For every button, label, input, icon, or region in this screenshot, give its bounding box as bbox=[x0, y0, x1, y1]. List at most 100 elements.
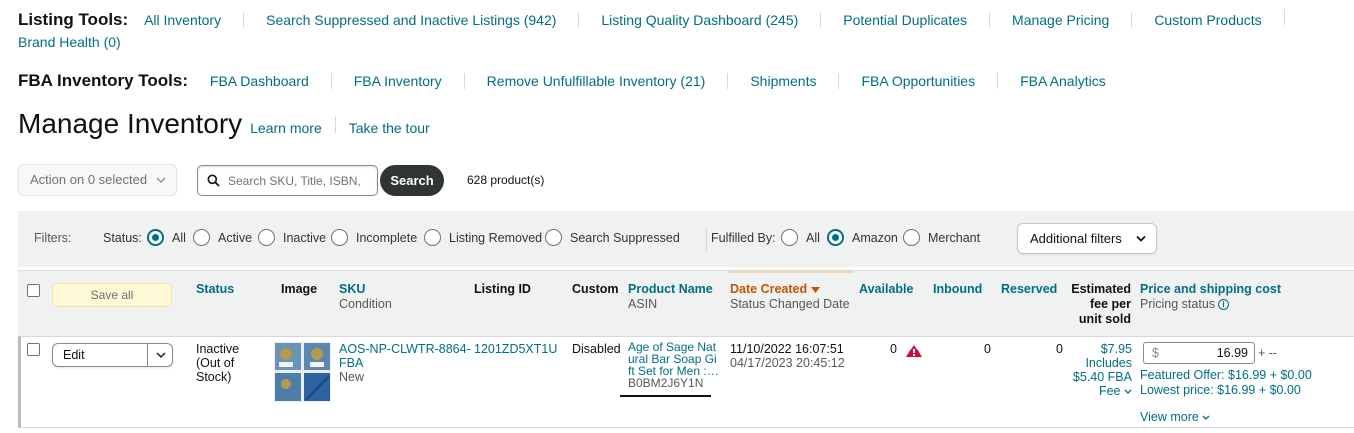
status-option-active[interactable]: Active bbox=[218, 231, 252, 245]
fee-fba: $5.40 FBA bbox=[1072, 370, 1132, 384]
row-product-name: Age of Sage Nat ural Bar Soap Gi ft Set … bbox=[628, 341, 719, 389]
chevron-down-icon bbox=[156, 165, 166, 206]
link-shipments[interactable]: Shipments bbox=[727, 73, 838, 89]
row-status-line3: Stock) bbox=[196, 370, 232, 384]
fulfilled-option-all[interactable]: All bbox=[806, 231, 820, 245]
status-radio-search-suppressed[interactable] bbox=[545, 229, 562, 246]
status-option-search-suppressed[interactable]: Search Suppressed bbox=[570, 231, 680, 245]
row-status-line2: (Out of bbox=[196, 356, 235, 370]
col-status[interactable]: Status bbox=[196, 282, 234, 297]
fulfilled-option-merchant[interactable]: Merchant bbox=[928, 231, 980, 245]
link-brand-health[interactable]: Brand Health (0) bbox=[18, 34, 143, 50]
row-inbound: 0 bbox=[984, 342, 991, 356]
row-dates: 11/10/2022 16:07:51 04/17/2023 20:45:12 bbox=[730, 342, 845, 370]
col-pricing-status-label: Pricing status i bbox=[1140, 297, 1281, 312]
sorted-column-indicator bbox=[728, 271, 854, 273]
sku-link[interactable]: AOS-NP-CLWTR-8864- bbox=[339, 342, 471, 356]
link-fba-dashboard[interactable]: FBA Dashboard bbox=[206, 73, 331, 89]
status-option-inactive[interactable]: Inactive bbox=[283, 231, 326, 245]
search-button[interactable]: Search bbox=[380, 165, 444, 196]
row-sku: AOS-NP-CLWTR-8864- FBA New bbox=[339, 342, 471, 384]
row-status-changed: 04/17/2023 20:45:12 bbox=[730, 356, 845, 370]
row-condition: New bbox=[339, 370, 365, 384]
col-date-created[interactable]: Date Created Status Changed Date bbox=[730, 282, 850, 312]
link-manage-pricing[interactable]: Manage Pricing bbox=[989, 12, 1131, 28]
row-listing-id[interactable]: 1201ZD5XT1U bbox=[474, 342, 557, 356]
info-icon[interactable]: i bbox=[1218, 299, 1230, 311]
fulfilled-radio-merchant[interactable] bbox=[903, 229, 920, 246]
link-listing-quality[interactable]: Listing Quality Dashboard (245) bbox=[578, 12, 820, 28]
featured-offer[interactable]: Featured Offer: $16.99 + $0.00 bbox=[1140, 368, 1312, 382]
col-image: Image bbox=[281, 282, 317, 297]
fulfilled-radio-amazon[interactable] bbox=[827, 229, 844, 246]
status-radio-listing-removed[interactable] bbox=[424, 229, 441, 246]
search-box[interactable] bbox=[197, 165, 378, 196]
table-header: Save all Status Image SKU Condition Listi… bbox=[18, 270, 1354, 336]
status-radio-inactive[interactable] bbox=[258, 229, 275, 246]
view-more-link[interactable]: View more bbox=[1140, 410, 1210, 424]
link-fba-opportunities[interactable]: FBA Opportunities bbox=[838, 73, 997, 89]
price-input[interactable]: $ 16.99 bbox=[1143, 342, 1255, 364]
price-value: 16.99 bbox=[1216, 346, 1248, 360]
filters-label: Filters: bbox=[34, 231, 72, 245]
bulk-action-select[interactable]: Action on 0 selected bbox=[18, 164, 177, 196]
lowest-price[interactable]: Lowest price: $16.99 + $0.00 bbox=[1140, 383, 1301, 397]
link-all-inventory[interactable]: All Inventory bbox=[140, 12, 243, 28]
price-currency: $ bbox=[1152, 346, 1159, 360]
chevron-down-icon bbox=[1124, 389, 1132, 394]
status-option-listing-removed[interactable]: Listing Removed bbox=[449, 231, 542, 245]
col-reserved-label: Reserved bbox=[1001, 282, 1058, 296]
price-shipping-suffix: + -- bbox=[1258, 346, 1278, 360]
take-tour-link[interactable]: Take the tour bbox=[349, 120, 430, 136]
col-available-label: Available bbox=[859, 282, 914, 296]
link-search-suppressed[interactable]: Search Suppressed and Inactive Listings … bbox=[243, 12, 578, 28]
col-product-name[interactable]: Product Name ASIN bbox=[628, 282, 713, 312]
col-sku[interactable]: SKU Condition bbox=[339, 282, 392, 312]
col-price[interactable]: Price and shipping cost Pricing status i bbox=[1140, 282, 1281, 312]
status-radio-incomplete[interactable] bbox=[331, 229, 348, 246]
link-fba-analytics[interactable]: FBA Analytics bbox=[997, 73, 1128, 89]
fba-tools-heading: FBA Inventory Tools: bbox=[18, 71, 188, 90]
col-asin-label: ASIN bbox=[628, 297, 658, 311]
learn-more-link[interactable]: Learn more bbox=[250, 120, 322, 136]
listing-tools-heading: Listing Tools: bbox=[18, 10, 129, 29]
status-option-all[interactable]: All bbox=[172, 231, 186, 245]
row-checkbox[interactable] bbox=[27, 343, 40, 356]
search-input[interactable] bbox=[226, 171, 374, 191]
col-custom: Custom bbox=[572, 282, 619, 297]
row-custom: Disabled bbox=[572, 342, 621, 356]
fulfilled-radio-all[interactable] bbox=[781, 229, 798, 246]
link-remove-unfulfillable[interactable]: Remove Unfulfillable Inventory (21) bbox=[463, 73, 728, 89]
additional-filters-button[interactable]: Additional filters bbox=[1017, 223, 1157, 254]
edit-action-select[interactable]: Edit bbox=[52, 343, 173, 367]
status-radio-active[interactable] bbox=[193, 229, 210, 246]
alert-icon[interactable] bbox=[905, 344, 923, 358]
sku-link-line2[interactable]: FBA bbox=[339, 356, 471, 370]
table-row: Edit Inactive (Out of Stock) AOS-NP-CLWT… bbox=[18, 336, 1354, 428]
fee-amount[interactable]: $7.95 bbox=[1061, 342, 1132, 356]
select-all-checkbox[interactable] bbox=[27, 284, 40, 297]
product-thumbnail[interactable] bbox=[274, 342, 331, 402]
status-radio-all[interactable] bbox=[147, 229, 164, 246]
row-asin: B0BM2J6Y1N bbox=[628, 376, 704, 390]
col-status-changed-label: Status Changed Date bbox=[730, 297, 850, 311]
edit-divider bbox=[147, 344, 148, 366]
fulfilled-option-amazon[interactable]: Amazon bbox=[852, 231, 898, 245]
link-fba-inventory[interactable]: FBA Inventory bbox=[330, 73, 464, 89]
row-status: Inactive (Out of Stock) bbox=[196, 342, 239, 384]
col-inbound[interactable]: Inbound bbox=[933, 282, 982, 297]
col-date-created-label: Date Created bbox=[730, 282, 850, 297]
search-icon bbox=[207, 174, 220, 187]
fee-details-toggle[interactable]: Fee bbox=[1061, 384, 1132, 398]
page-title: Manage Inventory bbox=[18, 108, 243, 139]
col-available[interactable]: Available bbox=[859, 282, 913, 297]
filter-bar: Filters: Status: All Active Inactive Inc… bbox=[18, 211, 1354, 267]
link-custom-products[interactable]: Custom Products bbox=[1131, 12, 1283, 28]
status-filter-label: Status: bbox=[103, 231, 142, 245]
fba-tools-bar: FBA Inventory Tools: FBA Dashboard FBA In… bbox=[18, 70, 1354, 92]
link-potential-duplicates[interactable]: Potential Duplicates bbox=[820, 12, 989, 28]
save-all-button[interactable]: Save all bbox=[52, 283, 172, 307]
col-image-label: Image bbox=[281, 282, 318, 296]
col-reserved[interactable]: Reserved bbox=[1001, 282, 1057, 297]
status-option-incomplete[interactable]: Incomplete bbox=[356, 231, 417, 245]
